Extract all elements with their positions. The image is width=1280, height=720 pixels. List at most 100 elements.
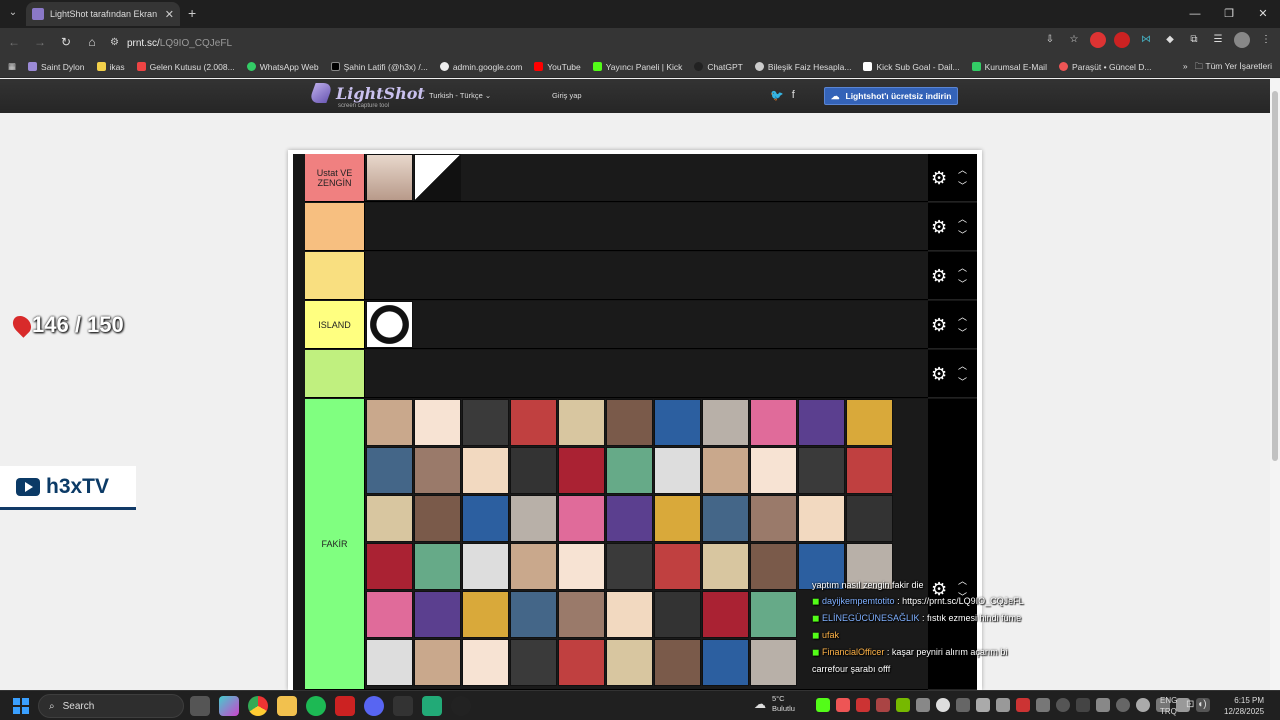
streamer-avatar[interactable] [366, 495, 413, 542]
download-button[interactable]: ☁ Lightshot'ı ücretsiz indirin [824, 87, 958, 105]
streamer-avatar[interactable] [846, 495, 893, 542]
settings-gear-icon[interactable]: ⚙ [931, 168, 947, 189]
app-blue-icon[interactable] [422, 696, 442, 716]
home-icon[interactable]: ⌂ [80, 35, 104, 49]
language-selector[interactable]: Turkish - Türkçe ⌄ [429, 91, 491, 100]
streamer-avatar[interactable] [558, 639, 605, 686]
windows-start-icon[interactable] [13, 698, 29, 714]
move-up-icon[interactable]: ︿ [958, 165, 967, 175]
streamer-avatar[interactable] [702, 399, 749, 446]
streamer-avatar[interactable] [366, 399, 413, 446]
chrome-icon[interactable] [248, 696, 268, 716]
tray-app-icon[interactable] [876, 698, 890, 712]
streamer-avatar[interactable] [606, 495, 653, 542]
streamer-avatar[interactable] [558, 447, 605, 494]
input-language[interactable]: ENG TRQ [1160, 695, 1177, 717]
bookmark-item[interactable]: Gelen Kutusu (2.008... [136, 62, 235, 72]
streamer-avatar[interactable] [462, 399, 509, 446]
bookmark-item[interactable]: admin.google.com [439, 62, 522, 72]
move-up-icon[interactable]: ︿ [958, 361, 967, 371]
bookmark-star-icon[interactable]: ☆ [1066, 32, 1082, 48]
streamer-avatar[interactable] [702, 543, 749, 590]
tray-app-icon[interactable] [1036, 698, 1050, 712]
streamer-avatar[interactable] [558, 495, 605, 542]
streamer-avatar[interactable] [510, 495, 557, 542]
streamer-avatar[interactable] [462, 591, 509, 638]
address-bar[interactable]: ⚙ prnt.sc/LQ9IO_CQJeFL [104, 31, 1074, 53]
copilot-icon[interactable] [219, 696, 239, 716]
back-icon[interactable]: ← [2, 35, 26, 49]
streamer-avatar[interactable] [366, 301, 413, 348]
bookmark-item[interactable]: Paraşüt • Güncel D... [1058, 62, 1151, 72]
bookmark-item[interactable]: Yayıncı Paneli | Kick [592, 62, 682, 72]
streamer-avatar[interactable] [462, 543, 509, 590]
tray-app-icon[interactable] [956, 698, 970, 712]
restore-icon[interactable]: ❐ [1212, 0, 1246, 28]
streamer-avatar[interactable] [702, 447, 749, 494]
tab-search-icon[interactable]: ⌄ [4, 4, 22, 22]
spotify-icon[interactable] [306, 696, 326, 716]
streamer-avatar[interactable] [846, 399, 893, 446]
streamer-avatar[interactable] [510, 639, 557, 686]
streamer-avatar[interactable] [654, 447, 701, 494]
move-down-icon[interactable]: ﹀ [958, 230, 967, 240]
tier-label[interactable] [305, 350, 365, 397]
streamer-avatar[interactable] [366, 543, 413, 590]
streamer-avatar[interactable] [702, 495, 749, 542]
streamer-avatar[interactable] [654, 543, 701, 590]
streamer-avatar[interactable] [750, 543, 797, 590]
file-explorer-icon[interactable] [277, 696, 297, 716]
streamer-avatar[interactable] [414, 399, 461, 446]
tray-app-icon[interactable] [916, 698, 930, 712]
tray-chrome-icon[interactable] [936, 698, 950, 712]
extension-blue-icon[interactable]: ⋈ [1138, 32, 1154, 48]
browser-tab[interactable]: LightShot tarafından Ekran Görü ✕ [26, 2, 180, 26]
site-info-icon[interactable]: ⚙ [110, 37, 119, 48]
streamer-avatar[interactable] [366, 639, 413, 686]
streamer-avatar[interactable] [366, 591, 413, 638]
weather-widget[interactable]: ☁ 5°C Bulutlu [754, 694, 795, 714]
tier-label[interactable] [305, 203, 365, 250]
streamer-avatar[interactable] [798, 447, 845, 494]
tray-app-icon[interactable] [1096, 698, 1110, 712]
tray-app-icon[interactable] [976, 698, 990, 712]
facebook-icon[interactable]: f [792, 89, 795, 102]
settings-gear-icon[interactable]: ⚙ [931, 266, 947, 287]
discord-icon[interactable] [364, 696, 384, 716]
minimize-icon[interactable]: — [1178, 0, 1212, 28]
streamer-avatar[interactable] [750, 399, 797, 446]
streamer-avatar[interactable] [750, 495, 797, 542]
tray-kick-icon[interactable] [816, 698, 830, 712]
tray-steam-icon[interactable] [1056, 698, 1070, 712]
obs-icon[interactable] [451, 696, 471, 716]
streamer-avatar[interactable] [510, 543, 557, 590]
move-down-icon[interactable]: ﹀ [958, 328, 967, 338]
apps-grid-icon[interactable]: ▦ [8, 61, 16, 72]
network-volume-icons[interactable]: ⊡ ◖) [1186, 699, 1207, 710]
extension-adblock-icon[interactable] [1114, 32, 1130, 48]
streamer-avatar[interactable] [654, 639, 701, 686]
streamer-avatar[interactable] [366, 447, 413, 494]
streamer-avatar[interactable] [558, 543, 605, 590]
terminal-icon[interactable] [393, 696, 413, 716]
streamer-avatar[interactable] [702, 639, 749, 686]
menu-kebab-icon[interactable]: ⋮ [1258, 32, 1274, 48]
tray-app-icon[interactable] [1136, 698, 1150, 712]
tier-label[interactable]: ISLAND [305, 301, 365, 348]
page-scrollbar[interactable] [1270, 79, 1280, 690]
new-tab-icon[interactable]: + [188, 5, 196, 21]
streamer-avatar[interactable] [606, 543, 653, 590]
tray-nvidia-icon[interactable] [896, 698, 910, 712]
streamer-avatar[interactable] [414, 591, 461, 638]
streamer-avatar[interactable] [510, 399, 557, 446]
login-link[interactable]: Giriş yap [552, 91, 582, 100]
close-tab-icon[interactable]: ✕ [165, 8, 174, 21]
install-app-icon[interactable]: ⇩ [1042, 32, 1058, 48]
settings-gear-icon[interactable]: ⚙ [931, 364, 947, 385]
extension-diamond-icon[interactable]: ◆ [1162, 32, 1178, 48]
lightshot-logo[interactable]: LightShot screen capture tool [308, 83, 425, 109]
streamer-avatar[interactable] [798, 399, 845, 446]
twitter-icon[interactable]: 🐦 [770, 89, 784, 102]
tray-app-icon[interactable] [856, 698, 870, 712]
streamer-avatar[interactable] [750, 639, 797, 686]
